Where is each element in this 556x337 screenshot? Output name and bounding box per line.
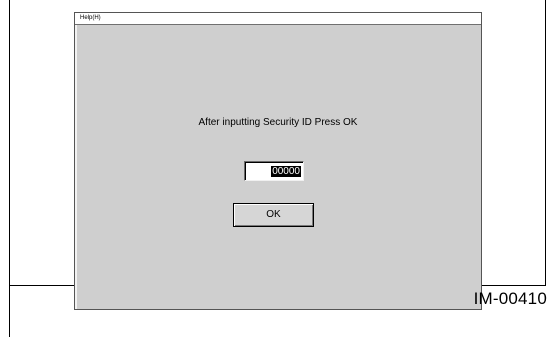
figure-label: IM-00410 [473, 289, 547, 308]
prompt-text: After inputting Security ID Press OK [198, 117, 358, 128]
security-id-value: 00000 [271, 166, 301, 177]
security-id-input[interactable]: 00000 [244, 161, 304, 181]
menu-help[interactable]: Help(H) [80, 14, 101, 22]
ok-button[interactable]: OK [233, 203, 314, 227]
menu-bar: Help(H) [75, 13, 481, 25]
security-id-window: Help(H) After inputting Security ID Pres… [74, 12, 482, 310]
frame-right-border [545, 0, 546, 285]
frame-left-border [9, 0, 10, 337]
